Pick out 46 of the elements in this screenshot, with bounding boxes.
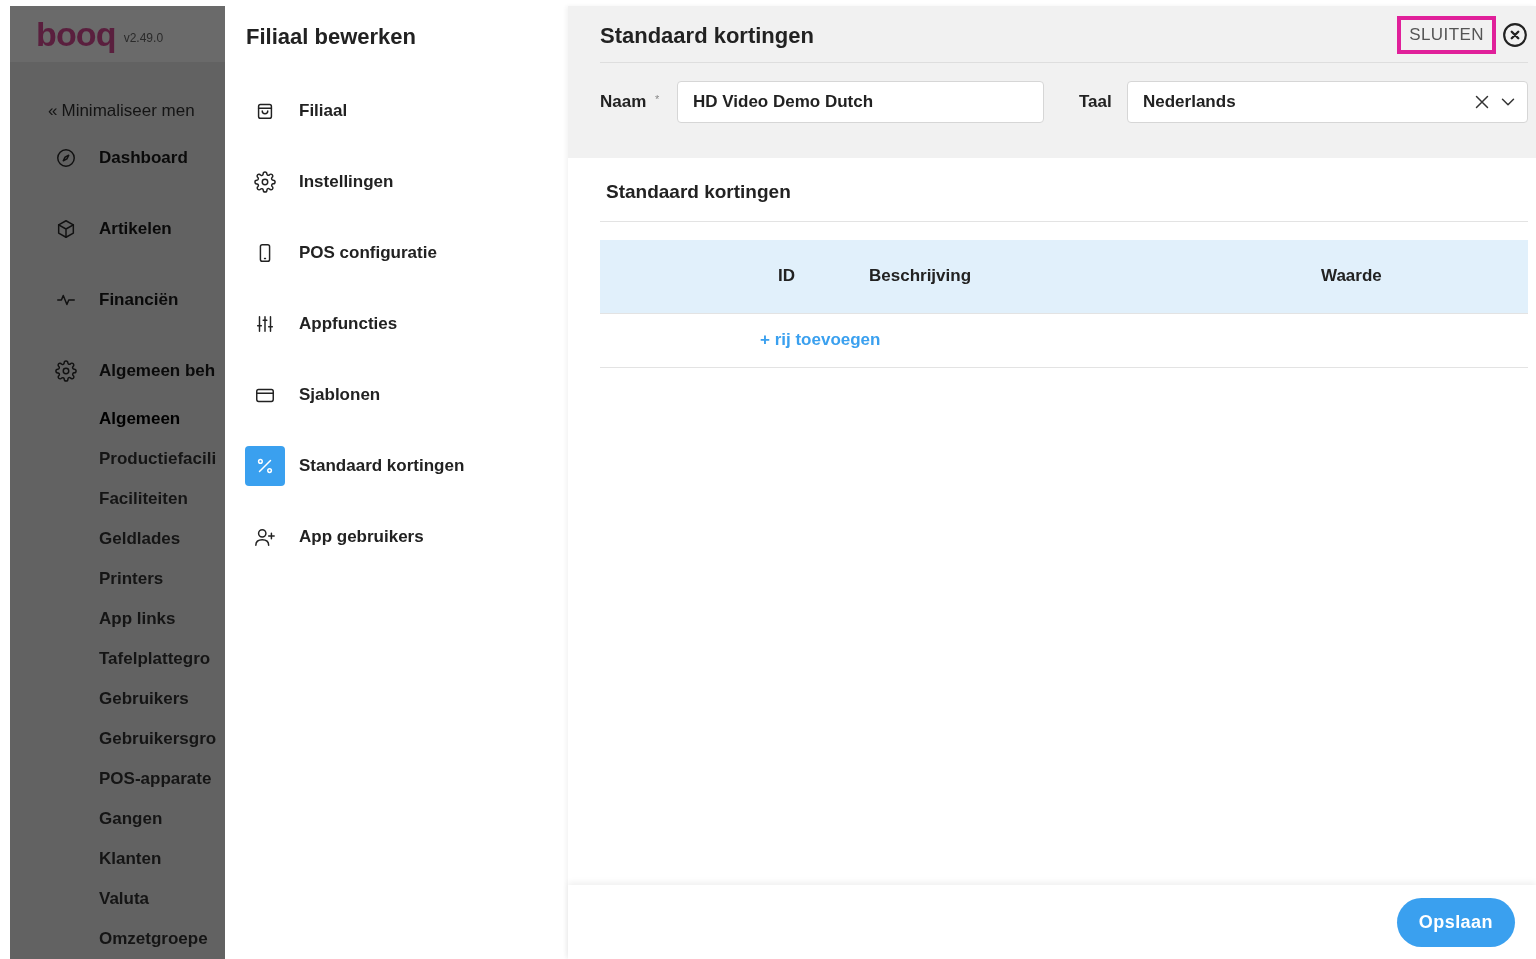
sidebar-subitem[interactable]: Printers bbox=[10, 559, 225, 599]
sidebar-subitem[interactable]: POS-apparate bbox=[10, 759, 225, 799]
panel-title: Standaard kortingen bbox=[600, 21, 814, 50]
logo: booq bbox=[36, 17, 116, 51]
menu-title: Filiaal bewerken bbox=[245, 23, 417, 51]
sidebar-subitem[interactable]: Klanten bbox=[10, 839, 225, 879]
close-button[interactable]: SLUITEN bbox=[1397, 16, 1496, 54]
sidebar-subitem[interactable]: Valuta bbox=[10, 879, 225, 919]
menu-item[interactable]: Standaard kortingen bbox=[245, 430, 568, 501]
field-label: Taal bbox=[1079, 91, 1113, 114]
menu-item[interactable]: Appfuncties bbox=[245, 288, 568, 359]
sidebar-subitem[interactable]: Tafelplattegro bbox=[10, 639, 225, 679]
menu-item[interactable]: App gebruikers bbox=[245, 501, 568, 572]
close-icon[interactable] bbox=[1502, 22, 1528, 48]
version-label: v2.49.0 bbox=[123, 30, 164, 47]
column-header: ID bbox=[778, 265, 796, 288]
sidebar-subitem[interactable]: App links bbox=[10, 599, 225, 639]
menu-item[interactable]: Filiaal bbox=[245, 75, 568, 146]
sidebar-subitem[interactable]: Gebruikersgro bbox=[10, 719, 225, 759]
sidebar-item[interactable]: Financiën bbox=[10, 276, 225, 324]
menu-item[interactable]: Instellingen bbox=[245, 146, 568, 217]
sidebar-item[interactable]: Dashboard bbox=[10, 134, 225, 182]
sidebar-subitem[interactable]: Productiefacili bbox=[10, 439, 225, 479]
settings-icon bbox=[55, 360, 77, 382]
cube-icon bbox=[55, 218, 77, 240]
sidebar-subitem[interactable]: Gebruikers bbox=[10, 679, 225, 719]
compass-icon bbox=[55, 147, 77, 169]
sidebar-item[interactable]: Algemeen beh bbox=[10, 347, 225, 395]
minimize-menu-link[interactable]: « Minimaliseer men bbox=[10, 100, 225, 122]
field-label: Naam bbox=[600, 91, 648, 114]
sidebar-subitem[interactable]: Faciliteiten bbox=[10, 479, 225, 519]
sidebar-subitem[interactable]: Geldlades bbox=[10, 519, 225, 559]
add-row-link[interactable]: + rij toevoegen bbox=[760, 327, 881, 353]
sidebar-subitem[interactable]: Algemeen bbox=[10, 399, 225, 439]
sidebar-item[interactable]: Artikelen bbox=[10, 205, 225, 253]
column-header: Beschrijving bbox=[869, 265, 973, 288]
section-title: Standaard kortingen bbox=[605, 180, 792, 204]
sidebar-subitem[interactable]: Gangen bbox=[10, 799, 225, 839]
name-field[interactable]: HD Video Demo Dutch bbox=[677, 81, 1044, 123]
column-header: Waarde bbox=[1321, 265, 1383, 288]
save-button[interactable]: Opslaan bbox=[1396, 897, 1515, 947]
menu-item[interactable]: Sjablonen bbox=[245, 359, 568, 430]
required-mark: * bbox=[655, 91, 661, 107]
language-select[interactable]: Nederlands bbox=[1127, 81, 1528, 123]
menu-item[interactable]: POS configuratie bbox=[245, 217, 568, 288]
sidebar-subitem[interactable]: Omzetgroepe bbox=[10, 919, 225, 959]
